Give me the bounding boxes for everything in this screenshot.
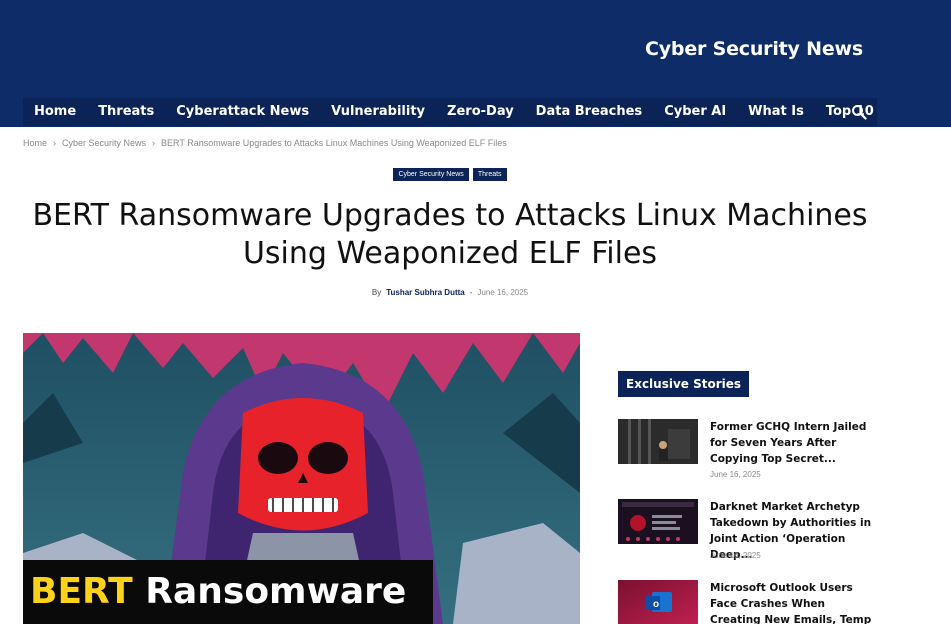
hero-banner-word2: Ransomware [145,571,407,612]
nav-item-cyberattack-news[interactable]: Cyberattack News [165,98,320,126]
site-logo[interactable]: Cyber Security News [645,38,863,60]
category-tag-cyber-security-news[interactable]: Cyber Security News [393,168,469,181]
sidebar-title: Exclusive Stories [618,371,750,397]
hero-banner: BERT Ransomware [23,560,433,624]
article-categories: Cyber Security News Threats [0,168,900,181]
main-nav: Home Threats Cyberattack News Vulnerabil… [23,98,877,126]
nav-item-home[interactable]: Home [23,98,87,126]
nav-item-vulnerability[interactable]: Vulnerability [320,98,436,126]
nav-item-zero-day[interactable]: Zero-Day [436,98,525,126]
author-link[interactable]: Tushar Subhra Dutta [386,288,465,297]
breadcrumb-current: BERT Ransomware Upgrades to Attacks Linu… [161,138,507,148]
story-headline[interactable]: Microsoft Outlook Users Face Crashes Whe… [710,580,878,624]
search-icon[interactable] [851,104,867,120]
chevron-right-icon: › [53,138,57,148]
article-date: June 16, 2025 [477,288,529,297]
category-tag-threats[interactable]: Threats [472,168,507,181]
nav-item-cyber-ai[interactable]: Cyber AI [653,98,737,126]
sidebar-story[interactable]: Darknet Market Archetyp Takedown by Auth… [618,499,878,561]
nav-item-top-10[interactable]: Top 10 [815,98,885,126]
svg-text:o: o [653,599,659,610]
chevron-right-icon: › [152,138,156,148]
story-date: June 16, 2025 [710,470,761,479]
hero-banner-word1: BERT [30,571,133,612]
breadcrumb: Home › Cyber Security News › BERT Ransom… [23,138,507,148]
breadcrumb-category[interactable]: Cyber Security News [62,138,146,148]
nav-item-data-breaches[interactable]: Data Breaches [525,98,654,126]
story-headline[interactable]: Former GCHQ Intern Jailed for Seven Year… [710,419,878,467]
site-logo-text: Cyber Security News [645,38,863,60]
byline-dash: - [469,288,473,297]
sidebar-story[interactable]: o Microsoft Outlook Users Face Crashes W… [618,580,878,624]
story-thumbnail[interactable] [618,419,698,464]
hero-image: BERT Ransomware [23,333,580,624]
nav-item-what-is[interactable]: What Is [737,98,815,126]
story-thumbnail[interactable] [618,499,698,544]
article-byline: By Tushar Subhra Dutta - June 16, 2025 [0,288,900,297]
byline-by: By [371,288,382,297]
sidebar-story[interactable]: Former GCHQ Intern Jailed for Seven Year… [618,419,878,481]
article-title: BERT Ransomware Upgrades to Attacks Linu… [32,198,868,271]
breadcrumb-home[interactable]: Home [23,138,47,148]
story-thumbnail[interactable]: o [618,580,698,624]
story-date: June 16, 2025 [710,551,761,560]
nav-item-threats[interactable]: Threats [87,98,165,126]
